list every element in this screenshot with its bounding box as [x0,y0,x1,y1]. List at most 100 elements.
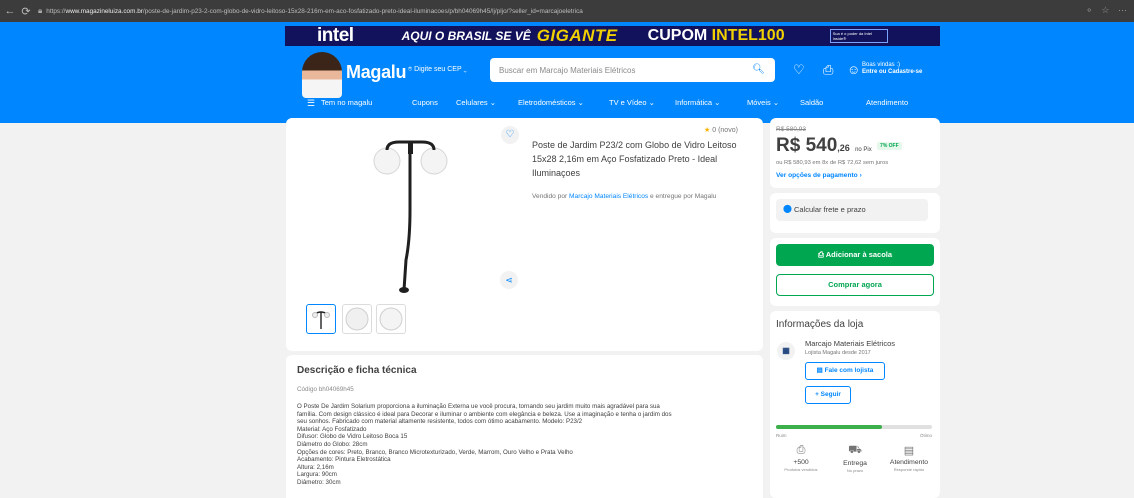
welcome-line-1: Boas vindas :) [862,62,901,68]
nav-item-moveis[interactable]: Móveis ⌄ [747,98,779,107]
search-icon[interactable]: 🔍︎ [752,64,765,75]
store-name[interactable]: Marcajo Materiais Elétricos [805,339,895,348]
login-link[interactable]: Boas vindas :) Entre ou Cadastre-se [862,62,922,76]
price-card: R$ 580,93 R$ 540,26 no Pix 7% OFF ou R$ … [770,118,940,188]
banner-brand: intel [317,25,354,46]
description-line: família. Com design clássico é ideal par… [297,410,672,418]
nav-item-celulares[interactable]: Celulares ⌄ [456,98,496,107]
reputation-low-label: Ruim [776,433,787,438]
description-line: Acabamento: Pintura Eletrostática [297,456,391,464]
url-domain: www.magazineluiza.com.br [65,7,143,15]
metric-sales-sub: Produtos vendidos [784,467,818,472]
search-box: 🔍︎ [490,58,775,82]
truck-icon: ⛟ [848,444,862,456]
shipping-calculator[interactable]: ⬤ Calcular frete e prazo [776,199,928,221]
metric-sales-value: +500 [793,459,809,466]
cep-selector[interactable]: ⌾ Digite seu CEP ⌄ [408,66,467,74]
thumbnail-1[interactable] [306,304,336,334]
add-to-bag-label: Adicionar à sacola [825,250,893,259]
bag-icon: ⎙ [796,444,806,456]
chat-icon: ▤ [903,445,915,457]
heart-icon[interactable]: ♡ [793,62,805,78]
reputation-fill [776,425,883,429]
browser-actions-icon[interactable]: ⚬ ☆ ⋯ [1085,5,1130,16]
add-to-bag-button[interactable]: ⎙ Adicionar à sacola [776,244,934,266]
description-body: O Poste De Jardim Solarium proporciona a… [297,403,757,487]
rating-text: 0 (novo) [712,127,738,134]
url-path: /poste-de-jardim-p23-2-com-globo-de-vidr… [142,7,583,15]
payment-options-link[interactable]: Ver opções de pagamento › [776,172,862,179]
product-card: ♡ ⋖ ★ 0 (novo) Poste de Jardim P23/2 com… [286,118,763,351]
thumbnail-3[interactable] [376,304,406,334]
nav-item-atendimento[interactable]: Atendimento [866,98,908,107]
metric-support-sub: Responde rápido [893,467,925,472]
product-title: Poste de Jardim P23/2 com Globo de Vidro… [532,140,737,178]
product-image[interactable] [366,140,456,295]
address-bar[interactable]: https://www.magazineluiza.com.br/poste-d… [46,8,1056,15]
banner-headline: AQUI O BRASIL SE VÊ [401,29,531,43]
reload-icon[interactable]: ⟳ [20,5,32,18]
sold-by-label: Vendido por [532,193,568,200]
reputation-high-label: Ótimo [919,433,932,438]
delivered-by: e entregue por Magalu [650,193,717,200]
chat-icon: ▤ [816,367,825,374]
metric-delivery-value: Entrega [843,460,867,467]
nav-item-tem-no-magalu[interactable]: Tem no magalu [321,98,372,107]
coupon-label: CUPOM [647,27,708,44]
store-logo[interactable]: ▦ [777,342,795,360]
url-prefix: https:// [46,7,66,15]
banner-coupon: CUPOM INTEL100 [648,27,785,45]
seller-link[interactable]: Marcajo Materiais Elétricos [569,193,648,200]
back-icon[interactable]: ← [4,5,16,17]
hamburger-menu-icon[interactable]: ☰ [307,98,315,109]
favorite-heart-icon[interactable]: ♡ [501,126,519,144]
nav-item-eletrodomesticos[interactable]: Eletrodomésticos ⌄ [518,98,584,107]
metric-sales: ⎙ +500 Produtos vendidos [774,444,828,472]
payment-link-label: Ver opções de pagamento [776,172,858,179]
share-icon[interactable]: ⋖ [500,271,518,289]
buy-now-button[interactable]: Comprar agora [776,274,934,296]
reputation-bar [776,425,932,429]
metric-delivery: ⛟ Entrega No prazo [828,444,882,473]
magalu-logo[interactable]: Magalu [346,62,407,83]
lu-avatar [302,52,342,98]
description-line: seu sonhos. Fabricado com material altam… [297,418,583,426]
cep-label: Digite seu CEP [414,66,462,73]
metric-support-value: Atendimento [889,459,929,466]
star-icon: ★ [704,127,711,134]
installments: ou R$ 580,93 em 8x de R$ 72,62 sem juros [776,160,889,166]
browser-toolbar: ← ⟳ 🔒︎ https://www.magazineluiza.com.br/… [0,0,1134,22]
description-line: Altura: 2,16m [297,463,334,471]
description-card: Descrição e ficha técnica Código bh04069… [286,355,763,498]
thumbnail-2[interactable] [342,304,372,334]
shipping-card: ⬤ Calcular frete e prazo [770,193,940,233]
contact-seller-button[interactable]: ▤ Fale com lojista [805,362,885,380]
user-icon[interactable]: ☺ [847,62,860,77]
contact-seller-label: Fale com lojista [824,367,874,374]
bag-icon[interactable]: ⎙ [823,62,833,78]
coupon-code: INTEL100 [711,27,785,44]
metric-delivery-sub: No prazo [846,468,864,473]
promo-banner[interactable]: intel AQUI O BRASIL SE VÊ GIGANTE CUPOM … [285,25,940,46]
description-line: O Poste De Jardim Solarium proporciona a… [297,403,660,410]
metric-support: ▤ Atendimento Responde rápido [882,444,936,472]
store-heading: Informações da loja [776,319,864,330]
description-line: Difusor: Globo de Vidro Leitoso Boca 15 [297,433,408,441]
description-line: Diâmetro: 30cm [297,478,341,486]
page-info-icon[interactable]: 🔒︎ [38,6,42,16]
nav-item-informatica[interactable]: Informática ⌄ [675,98,720,107]
nav-item-cupons[interactable]: Cupons [412,98,438,107]
nav-item-saldao[interactable]: Saldão [800,98,823,107]
description-line: Largura: 90cm [297,471,337,479]
banner-highlight: GIGANTE [536,26,618,45]
bag-icon: ⎙ [817,250,826,259]
chevron-down-icon: ⌄ [463,66,467,73]
nav-item-tv-e-video[interactable]: TV e Vídeo ⌄ [609,98,655,107]
product-code: Código bh04069h45 [297,386,354,393]
site-header: Magalu ⌾ Digite seu CEP ⌄ 🔍︎ ♡ ⎙ ☺ Boas … [0,48,1134,123]
rating[interactable]: ★ 0 (novo) [704,126,738,134]
follow-button[interactable]: + Seguir [805,386,851,404]
search-input[interactable] [490,58,740,82]
price-cents: ,26 [837,143,850,153]
description-line: Opções de cores: Preto, Branco, Branco M… [297,448,573,456]
